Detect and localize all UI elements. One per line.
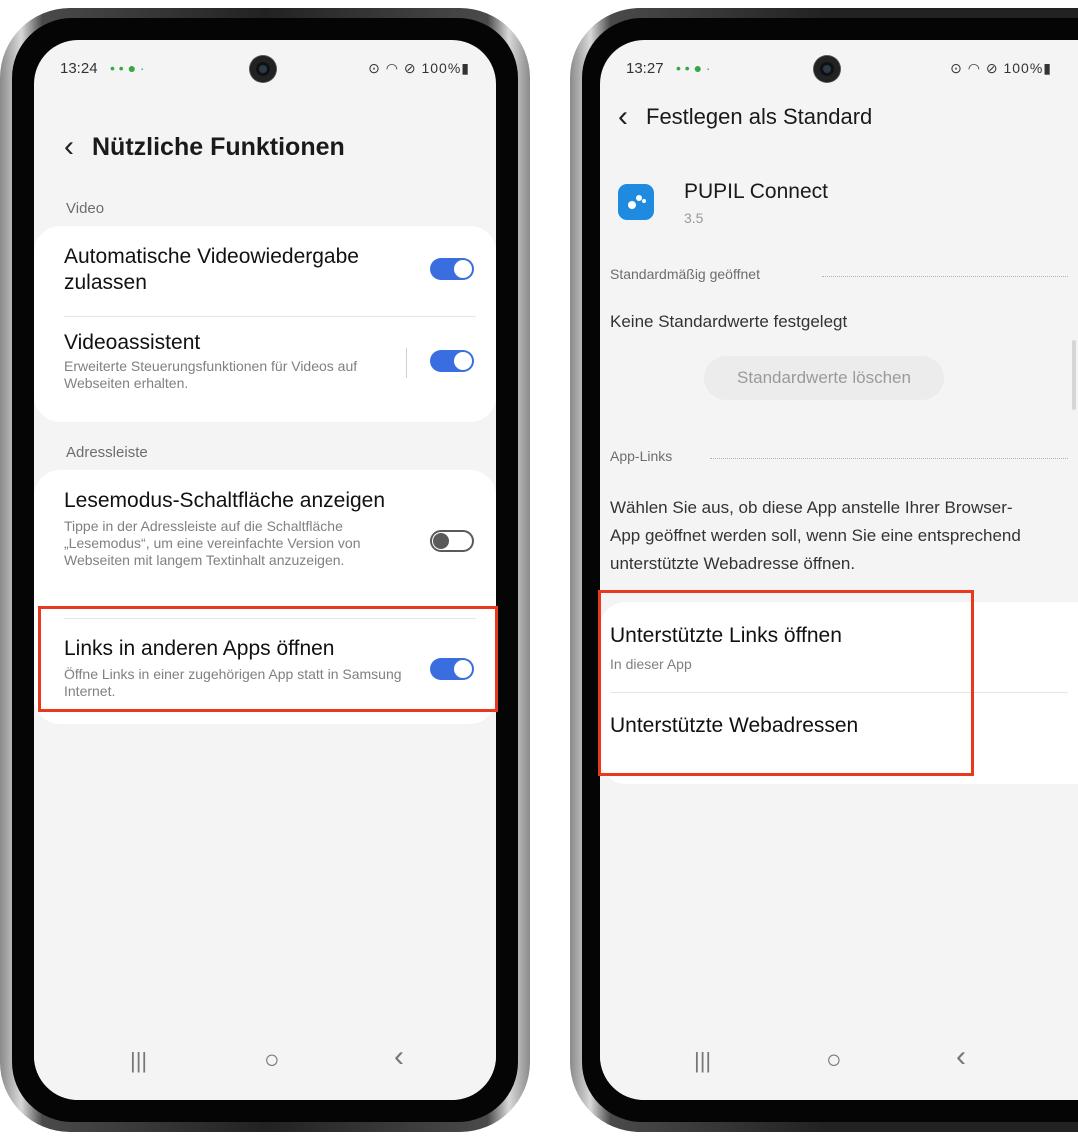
back-arrow-icon[interactable]: ‹ xyxy=(64,132,74,162)
setting-title: Automatische Videowiedergabe zulassen xyxy=(64,245,359,294)
status-icons: ⊙ ◠ ⊘ 100%▮ xyxy=(368,60,470,76)
back-icon[interactable]: ‹ xyxy=(956,1040,966,1074)
no-defaults-text: Keine Standardwerte festgelegt xyxy=(610,312,848,331)
back-icon[interactable]: ‹ xyxy=(394,1040,404,1074)
highlight-box xyxy=(38,606,498,712)
setting-title: Videoassistent xyxy=(64,331,201,354)
phone-bezel: 13:27 • • ● · ⊙ ◠ ⊘ 100%▮ ‹ Festlegen al… xyxy=(582,18,1078,1122)
notification-icons: • • ● · xyxy=(676,60,711,76)
section-dots xyxy=(710,458,1068,459)
status-icons: ⊙ ◠ ⊘ 100%▮ xyxy=(950,60,1052,76)
page-title: Festlegen als Standard xyxy=(646,104,873,129)
page-header: ‹ Festlegen als Standard xyxy=(618,102,872,132)
home-icon[interactable]: ○ xyxy=(826,1044,842,1075)
right-screen: 13:27 • • ● · ⊙ ◠ ⊘ 100%▮ ‹ Festlegen al… xyxy=(600,40,1078,1100)
recents-icon[interactable]: ||| xyxy=(130,1048,147,1074)
left-screen: 13:24 • • ● · ⊙ ◠ ⊘ 100%▮ ‹ Nützliche Fu… xyxy=(34,40,496,1100)
video-settings-card: Automatische Videowiedergabe zulassen Vi… xyxy=(34,226,496,422)
navigation-bar: ||| ○ ‹ xyxy=(34,1022,496,1100)
front-camera-icon xyxy=(250,56,276,82)
status-time: 13:27 xyxy=(626,60,664,77)
setting-subtitle: Tippe in der Adressleiste auf die Schalt… xyxy=(64,518,361,568)
navigation-bar: ||| ○ ‹ xyxy=(600,1022,1078,1100)
toggle-knob xyxy=(454,260,472,278)
app-links-description: Wählen Sie aus, ob diese App anstelle Ih… xyxy=(610,498,1021,573)
vertical-divider xyxy=(406,348,407,378)
auto-video-toggle[interactable] xyxy=(430,258,474,280)
back-arrow-icon[interactable]: ‹ xyxy=(618,102,628,132)
clear-defaults-button[interactable]: Standardwerte löschen xyxy=(704,356,944,400)
reader-mode-toggle[interactable] xyxy=(430,530,474,552)
page-title: Nützliche Funktionen xyxy=(92,132,345,161)
page-header: ‹ Nützliche Funktionen xyxy=(64,132,345,162)
highlight-box xyxy=(598,590,974,776)
right-phone-frame: 13:27 • • ● · ⊙ ◠ ⊘ 100%▮ ‹ Festlegen al… xyxy=(570,8,1078,1132)
divider xyxy=(64,316,476,317)
setting-subtitle: Erweiterte Steuerungsfunktionen für Vide… xyxy=(64,358,358,391)
app-icon xyxy=(618,184,654,220)
toggle-knob xyxy=(433,533,449,549)
recents-icon[interactable]: ||| xyxy=(694,1048,711,1074)
left-phone-frame: 13:24 • • ● · ⊙ ◠ ⊘ 100%▮ ‹ Nützliche Fu… xyxy=(0,8,530,1132)
video-assistant-toggle[interactable] xyxy=(430,350,474,372)
section-dots xyxy=(822,276,1068,277)
status-time: 13:24 xyxy=(60,60,98,77)
section-label-app-links: App-Links xyxy=(610,448,673,464)
app-name: PUPIL Connect xyxy=(684,180,828,203)
front-camera-icon xyxy=(814,56,840,82)
setting-title: Lesemodus-Schaltfläche anzeigen xyxy=(64,489,386,512)
phone-bezel: 13:24 • • ● · ⊙ ◠ ⊘ 100%▮ ‹ Nützliche Fu… xyxy=(12,18,518,1122)
scrollbar[interactable] xyxy=(1072,340,1076,410)
home-icon[interactable]: ○ xyxy=(264,1044,280,1075)
app-version: 3.5 xyxy=(684,210,704,226)
section-label-addressbar: Adressleiste xyxy=(66,444,148,461)
notification-icons: • • ● · xyxy=(110,60,145,76)
toggle-knob xyxy=(454,352,472,370)
section-label-default-open: Standardmäßig geöffnet xyxy=(610,266,760,282)
section-label-video: Video xyxy=(66,200,105,217)
